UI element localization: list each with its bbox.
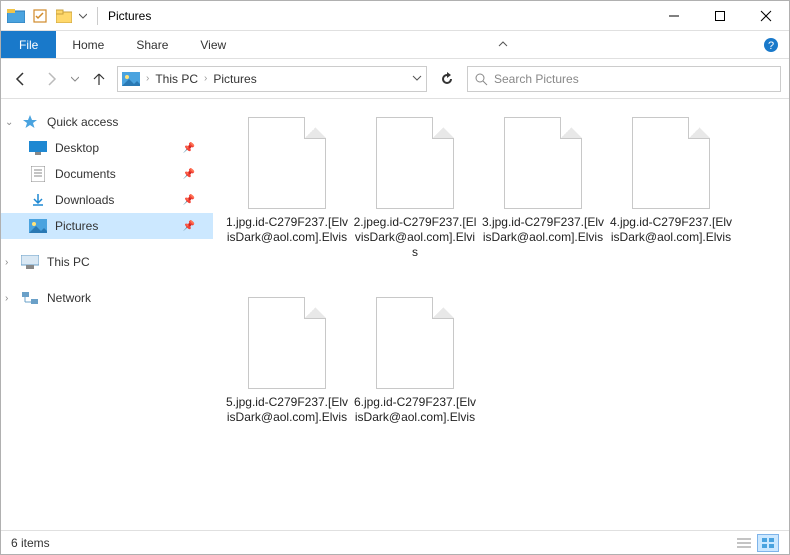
chevron-right-icon[interactable]: ›	[146, 73, 149, 84]
sidebar-network[interactable]: › Network	[1, 285, 213, 311]
maximize-button[interactable]	[697, 1, 743, 31]
pictures-icon	[29, 218, 47, 234]
pin-icon: 📌	[183, 195, 195, 206]
help-button[interactable]: ?	[763, 31, 789, 58]
sidebar: ⌄ Quick access Desktop 📌 Documents 📌 Dow…	[1, 99, 213, 530]
tab-view[interactable]: View	[184, 31, 242, 58]
blank-file-icon	[376, 117, 454, 209]
file-name-label: 3.jpg.id-C279F237.[ElvisDark@aol.com].El…	[479, 215, 607, 245]
file-item[interactable]: 2.jpeg.id-C279F237.[ElvisDark@aol.com].E…	[351, 113, 479, 293]
blank-file-icon	[248, 297, 326, 389]
up-button[interactable]	[87, 67, 111, 91]
file-name-label: 2.jpeg.id-C279F237.[ElvisDark@aol.com].E…	[351, 215, 479, 260]
chevron-right-icon[interactable]: ›	[5, 257, 8, 268]
status-item-count: 6 items	[11, 536, 50, 550]
sidebar-this-pc[interactable]: › This PC	[1, 249, 213, 275]
nav-bar: › This PC › Pictures Search Pictures	[1, 59, 789, 99]
sidebar-item-label: Downloads	[55, 193, 114, 207]
star-icon	[21, 114, 39, 130]
sidebar-item-downloads[interactable]: Downloads 📌	[1, 187, 213, 213]
qat-dropdown-icon[interactable]	[77, 5, 89, 27]
ribbon-expand-icon[interactable]	[490, 31, 516, 58]
minimize-button[interactable]	[651, 1, 697, 31]
status-bar: 6 items	[1, 530, 789, 554]
file-name-label: 5.jpg.id-C279F237.[ElvisDark@aol.com].El…	[223, 395, 351, 425]
sidebar-item-label: Quick access	[47, 115, 118, 129]
file-item[interactable]: 1.jpg.id-C279F237.[ElvisDark@aol.com].El…	[223, 113, 351, 293]
back-button[interactable]	[9, 67, 33, 91]
blank-file-icon	[248, 117, 326, 209]
blank-file-icon	[632, 117, 710, 209]
pin-icon: 📌	[183, 221, 195, 232]
sidebar-item-label: Network	[47, 291, 91, 305]
forward-button[interactable]	[39, 67, 63, 91]
file-item[interactable]: 4.jpg.id-C279F237.[ElvisDark@aol.com].El…	[607, 113, 735, 293]
explorer-icon	[5, 5, 27, 27]
sidebar-item-label: Pictures	[55, 219, 98, 233]
recent-dropdown-icon[interactable]	[69, 67, 81, 91]
sidebar-item-desktop[interactable]: Desktop 📌	[1, 135, 213, 161]
view-large-icons-button[interactable]	[757, 534, 779, 552]
file-item[interactable]: 5.jpg.id-C279F237.[ElvisDark@aol.com].El…	[223, 293, 351, 473]
pictures-icon	[122, 71, 140, 87]
downloads-icon	[29, 192, 47, 208]
tab-share[interactable]: Share	[120, 31, 184, 58]
search-icon	[474, 72, 488, 86]
file-list[interactable]: 1.jpg.id-C279F237.[ElvisDark@aol.com].El…	[213, 99, 789, 530]
svg-text:?: ?	[768, 40, 774, 52]
chevron-right-icon[interactable]: ›	[204, 73, 207, 84]
window-title: Pictures	[102, 9, 151, 23]
search-placeholder: Search Pictures	[494, 72, 579, 86]
file-tab[interactable]: File	[1, 31, 56, 58]
search-input[interactable]: Search Pictures	[467, 66, 781, 92]
blank-file-icon	[504, 117, 582, 209]
chevron-down-icon[interactable]: ⌄	[5, 117, 13, 128]
ribbon: File Home Share View ?	[1, 31, 789, 59]
file-name-label: 4.jpg.id-C279F237.[ElvisDark@aol.com].El…	[607, 215, 735, 245]
file-item[interactable]: 3.jpg.id-C279F237.[ElvisDark@aol.com].El…	[479, 113, 607, 293]
titlebar: Pictures	[1, 1, 789, 31]
close-button[interactable]	[743, 1, 789, 31]
file-item[interactable]: 6.jpg.id-C279F237.[ElvisDark@aol.com].El…	[351, 293, 479, 473]
sidebar-item-label: Desktop	[55, 141, 99, 155]
sidebar-item-label: Documents	[55, 167, 116, 181]
file-name-label: 1.jpg.id-C279F237.[ElvisDark@aol.com].El…	[223, 215, 351, 245]
qat-properties-icon[interactable]	[29, 5, 51, 27]
sidebar-item-documents[interactable]: Documents 📌	[1, 161, 213, 187]
documents-icon	[29, 166, 47, 182]
file-name-label: 6.jpg.id-C279F237.[ElvisDark@aol.com].El…	[351, 395, 479, 425]
qat-newfolder-icon[interactable]	[53, 5, 75, 27]
this-pc-icon	[21, 254, 39, 270]
network-icon	[21, 290, 39, 306]
breadcrumb-pictures[interactable]: Pictures	[213, 72, 256, 86]
pin-icon: 📌	[183, 169, 195, 180]
chevron-right-icon[interactable]: ›	[5, 293, 8, 304]
desktop-icon	[29, 140, 47, 156]
breadcrumb-thispc[interactable]: This PC	[155, 72, 198, 86]
address-bar[interactable]: › This PC › Pictures	[117, 66, 427, 92]
view-details-button[interactable]	[733, 534, 755, 552]
sidebar-item-label: This PC	[47, 255, 90, 269]
sidebar-item-pictures[interactable]: Pictures 📌	[1, 213, 213, 239]
refresh-button[interactable]	[433, 66, 461, 92]
sidebar-quick-access[interactable]: ⌄ Quick access	[1, 109, 213, 135]
qat-separator	[97, 7, 98, 25]
address-dropdown-icon[interactable]	[412, 70, 422, 88]
tab-home[interactable]: Home	[56, 31, 120, 58]
pin-icon: 📌	[183, 143, 195, 154]
blank-file-icon	[376, 297, 454, 389]
